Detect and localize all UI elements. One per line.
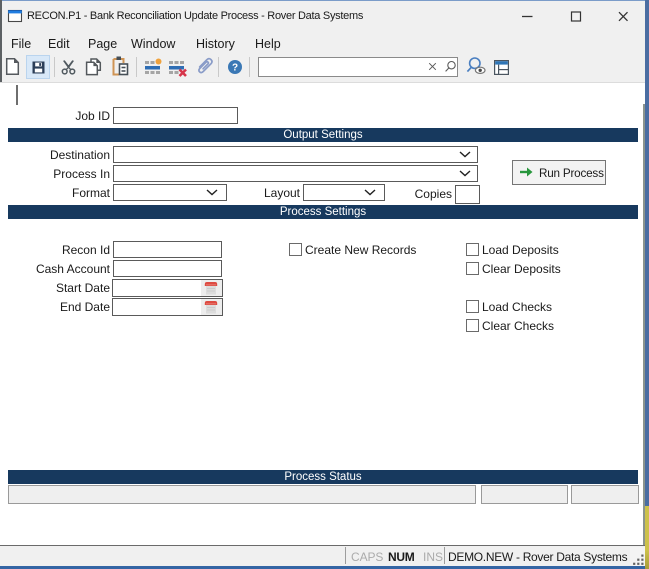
svg-text:?: ? — [232, 63, 238, 74]
